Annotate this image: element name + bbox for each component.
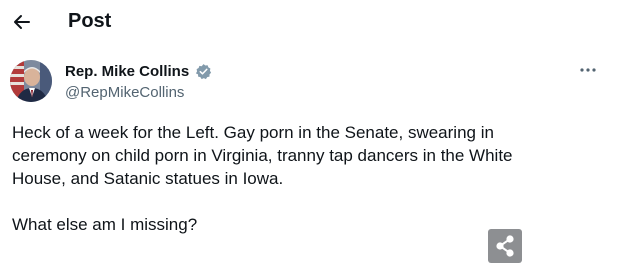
post-text: Heck of a week for the Left. Gay porn in…: [12, 121, 572, 236]
share-button[interactable]: [488, 229, 522, 263]
verified-badge-icon: [195, 63, 212, 80]
page-title: Post: [68, 10, 112, 32]
avatar[interactable]: [10, 60, 52, 102]
share-icon: [496, 235, 514, 257]
arrow-left-icon: [14, 15, 30, 29]
back-button[interactable]: [8, 8, 36, 36]
author-handle[interactable]: @RepMikeCollins: [65, 83, 184, 102]
author-name[interactable]: Rep. Mike Collins: [65, 62, 189, 81]
post-text-line: House, and Satanic statues in Iowa.: [12, 169, 284, 188]
ellipsis-icon: [580, 68, 596, 72]
top-bar: Post: [0, 0, 621, 44]
avatar-image: [10, 60, 52, 102]
more-options-button[interactable]: [578, 60, 598, 80]
post-text-line: ceremony on child porn in Virginia, tran…: [12, 146, 513, 165]
post-text-line: Heck of a week for the Left. Gay porn in…: [12, 123, 494, 142]
